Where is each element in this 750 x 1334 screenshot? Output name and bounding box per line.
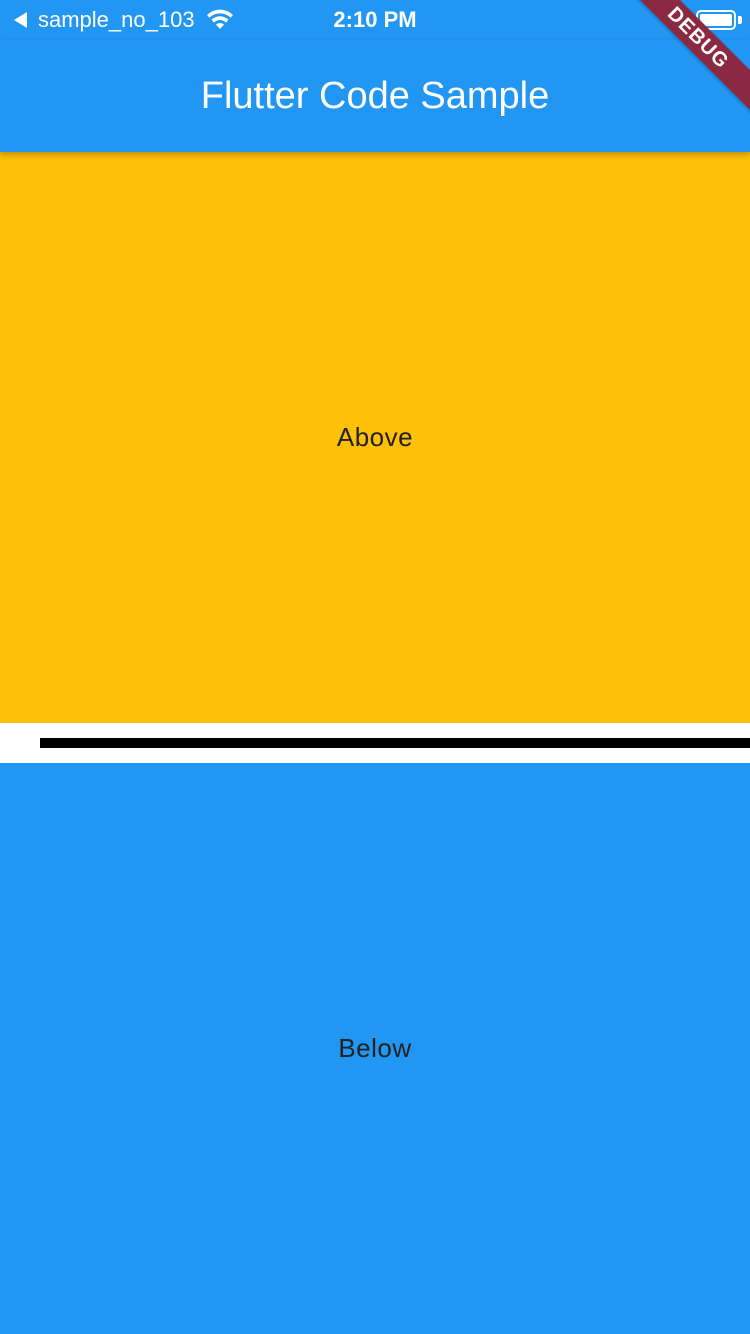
battery-icon	[696, 10, 736, 30]
app-screen: sample_no_103 2:10 PM Flutter Code Sampl…	[0, 0, 750, 1334]
below-panel: Below	[0, 763, 750, 1334]
page-title: Flutter Code Sample	[200, 75, 550, 117]
battery-fill	[700, 14, 732, 26]
battery-tip	[738, 16, 742, 24]
above-panel: Above	[0, 152, 750, 723]
divider-area	[0, 723, 750, 763]
divider-line	[40, 738, 750, 748]
status-time: 2:10 PM	[333, 7, 417, 32]
above-label: Above	[336, 422, 414, 452]
below-label: Below	[338, 1033, 412, 1063]
status-bar: sample_no_103 2:10 PM	[0, 0, 750, 40]
app-bar: Flutter Code Sample	[0, 40, 750, 152]
